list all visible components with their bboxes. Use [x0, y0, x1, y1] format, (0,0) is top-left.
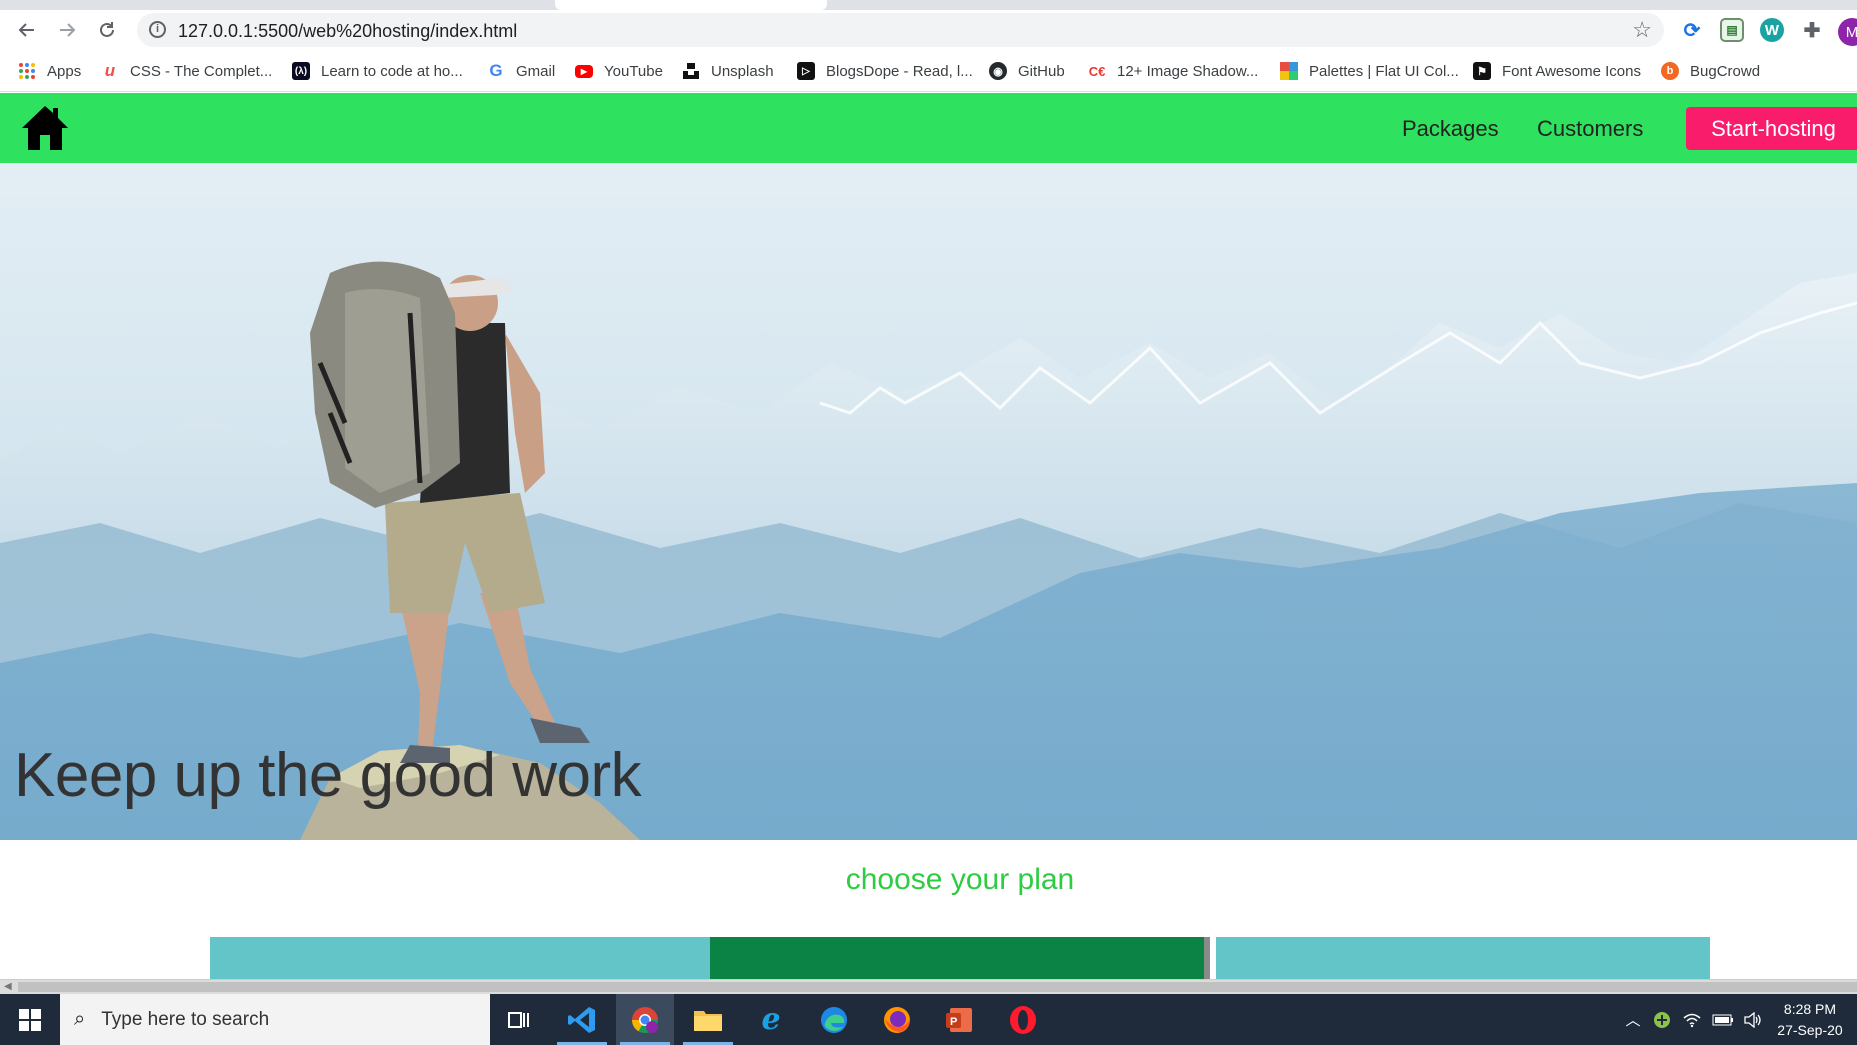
bookmark-label: Unsplash	[711, 62, 774, 80]
nav-link-customers[interactable]: Customers	[1537, 116, 1643, 142]
palette-icon	[1280, 62, 1298, 80]
bookmark-label: Gmail	[516, 62, 556, 80]
address-bar[interactable]: i 127.0.0.1:5500/web%20hosting/index.htm…	[137, 13, 1664, 47]
info-icon[interactable]: i	[149, 21, 166, 38]
windows-taskbar: ⌕ Type here to search e P ︿ 8:28 PM 27-S…	[0, 994, 1857, 1045]
arrow-right-icon	[60, 23, 76, 37]
bookmark-bugcrowd[interactable]: b BugCrowd	[1661, 60, 1760, 82]
plans-heading: choose your plan	[845, 863, 1075, 896]
plan-card-standard[interactable]	[710, 937, 1210, 979]
sync-extension-icon[interactable]: ⟳	[1680, 18, 1704, 42]
screen: i 127.0.0.1:5500/web%20hosting/index.htm…	[0, 0, 1857, 1045]
sheet-extension-icon[interactable]: ▤	[1720, 18, 1744, 42]
bookmark-label: CSS - The Complet...	[130, 62, 273, 80]
bookmark-label: Palettes | Flat UI Col...	[1309, 62, 1459, 80]
bookmark-freecodecamp[interactable]: (λ) Learn to code at ho...	[292, 60, 463, 82]
wifi-icon[interactable]	[1680, 994, 1704, 1045]
bookmark-flatui[interactable]: Palettes | Flat UI Col...	[1280, 60, 1459, 82]
page-viewport: Packages Customers Start-hosting Keep up…	[0, 93, 1857, 979]
apps-grid-icon	[18, 62, 36, 80]
bookmark-label: Apps	[47, 62, 82, 80]
google-icon: G	[489, 61, 503, 80]
plan-card-premium[interactable]	[1216, 937, 1710, 979]
site-navbar: Packages Customers Start-hosting	[0, 93, 1857, 163]
url-text[interactable]: 127.0.0.1:5500/web%20hosting/index.html	[178, 21, 517, 42]
hero-section: Keep up the good work	[0, 163, 1857, 840]
task-view-icon[interactable]	[490, 994, 548, 1045]
wappalyzer-extension-icon[interactable]: W	[1760, 18, 1784, 42]
search-icon: ⌕	[74, 1008, 86, 1030]
profile-avatar[interactable]: M	[1838, 18, 1857, 46]
file-explorer-icon[interactable]	[679, 994, 737, 1045]
blogsdope-icon: ▷	[797, 62, 815, 80]
browser-toolbar: i 127.0.0.1:5500/web%20hosting/index.htm…	[0, 10, 1857, 50]
taskbar-search[interactable]: ⌕ Type here to search	[60, 994, 490, 1045]
internet-explorer-icon[interactable]: e	[742, 994, 800, 1045]
opera-icon[interactable]	[994, 994, 1052, 1045]
volume-icon[interactable]	[1740, 994, 1766, 1045]
bookmark-label: YouTube	[604, 62, 663, 80]
freecodecamp-icon: (λ)	[292, 62, 310, 80]
reload-button[interactable]	[93, 16, 121, 44]
chrome-icon[interactable]	[616, 994, 674, 1045]
codingartist-icon: C€	[1088, 63, 1106, 79]
active-tab[interactable]	[555, 0, 827, 10]
fontawesome-icon: ⚑	[1473, 62, 1491, 80]
security-tray-icon[interactable]	[1650, 994, 1674, 1045]
powerpoint-icon[interactable]: P	[931, 994, 989, 1045]
search-placeholder: Type here to search	[101, 1008, 270, 1030]
svg-text:P: P	[950, 1016, 957, 1028]
scrollbar-thumb[interactable]	[18, 982, 1857, 992]
start-hosting-button[interactable]: Start-hosting	[1686, 107, 1857, 150]
puzzle-icon[interactable]: ✚	[1800, 18, 1824, 42]
bugcrowd-icon: b	[1661, 62, 1679, 80]
udemy-icon: u	[104, 61, 116, 80]
windows-logo-icon	[19, 1008, 41, 1031]
star-icon[interactable]: ☆	[1632, 17, 1652, 43]
nav-link-packages[interactable]: Packages	[1402, 116, 1499, 142]
arrow-left-icon	[18, 23, 34, 37]
github-icon: ◉	[989, 62, 1007, 80]
bookmark-github[interactable]: ◉ GitHub	[989, 60, 1065, 82]
back-button[interactable]	[13, 16, 41, 44]
hero-image	[0, 163, 1857, 840]
battery-icon[interactable]	[1710, 994, 1736, 1045]
bookmark-unsplash[interactable]: Unsplash	[682, 60, 774, 82]
reload-icon	[100, 22, 114, 37]
home-icon[interactable]	[20, 104, 70, 150]
bookmark-label: Learn to code at ho...	[321, 62, 463, 80]
bookmark-image-shadow[interactable]: C€ 12+ Image Shadow...	[1088, 60, 1259, 82]
bookmark-blogsdope[interactable]: ▷ BlogsDope - Read, l...	[797, 60, 973, 82]
bookmark-label: BugCrowd	[1690, 62, 1761, 80]
bookmark-gmail[interactable]: G Gmail	[487, 60, 555, 82]
plan-card-basic[interactable]	[210, 937, 710, 979]
scroll-left-icon[interactable]: ◀	[4, 981, 12, 992]
start-button[interactable]	[0, 994, 60, 1045]
chevron-up-icon[interactable]: ︿	[1622, 994, 1644, 1045]
bookmarks-bar: Apps u CSS - The Complet... (λ) Learn to…	[0, 50, 1857, 92]
firefox-icon[interactable]	[868, 994, 926, 1045]
forward-button[interactable]	[53, 16, 81, 44]
bookmark-apps[interactable]: Apps	[18, 60, 81, 82]
edge-icon[interactable]	[805, 994, 863, 1045]
bookmark-label: 12+ Image Shadow...	[1117, 62, 1259, 80]
bookmark-label: BlogsDope - Read, l...	[826, 62, 973, 80]
bookmark-youtube[interactable]: ▶ YouTube	[575, 60, 663, 82]
clock-date: 27-Sep-20	[1777, 1022, 1843, 1038]
clock-time: 8:28 PM	[1783, 1001, 1837, 1017]
youtube-icon: ▶	[575, 64, 593, 78]
system-clock[interactable]: 8:28 PM 27-Sep-20	[1770, 999, 1850, 1041]
bookmark-label: Font Awesome Icons	[1502, 62, 1641, 80]
bookmark-fontawesome[interactable]: ⚑ Font Awesome Icons	[1473, 60, 1641, 82]
horizontal-scrollbar[interactable]: ◀	[0, 979, 1857, 994]
bookmark-label: GitHub	[1018, 62, 1065, 80]
tab-strip	[0, 0, 1857, 10]
unsplash-icon	[682, 62, 700, 80]
bookmark-css-course[interactable]: u CSS - The Complet...	[101, 60, 272, 82]
vscode-icon[interactable]	[553, 994, 611, 1045]
hero-title: Keep up the good work	[14, 741, 642, 810]
